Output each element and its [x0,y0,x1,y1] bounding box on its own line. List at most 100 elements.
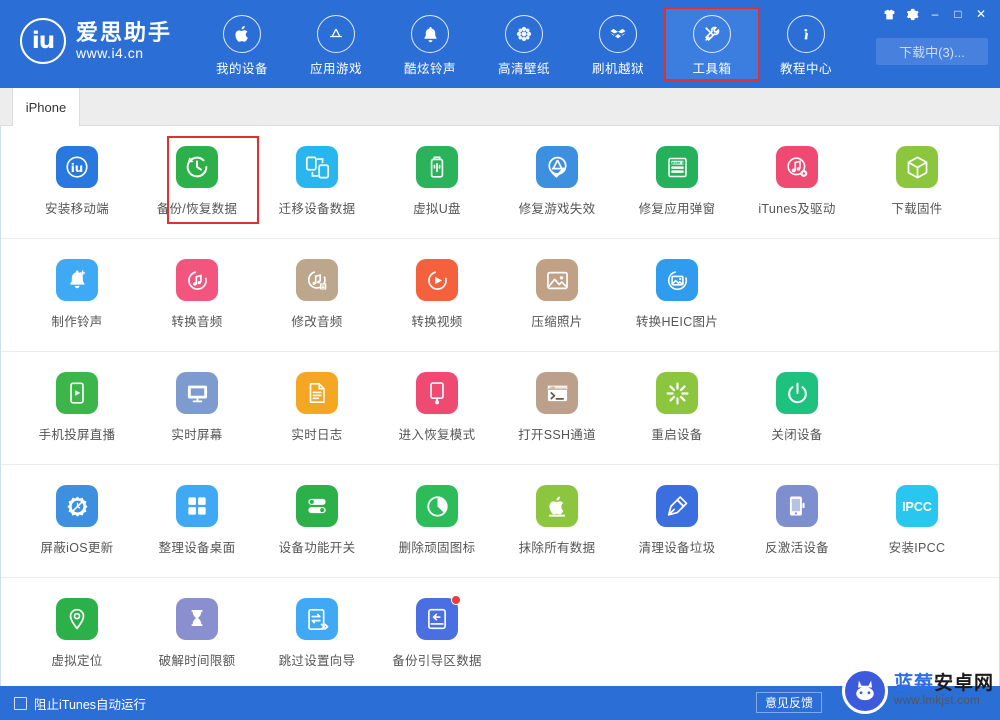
svg-text:自: 自 [320,283,325,290]
tool-delete-stubborn-icon[interactable]: 删除顽固图标 [377,465,497,577]
tool-label: 屏蔽iOS更新 [40,541,114,555]
tool-label: iTunes及驱动 [758,202,836,216]
tool-label: 压缩照片 [531,315,583,329]
tool-make-ringtone[interactable]: 制作铃声 [17,239,137,351]
nav-item-ringtones[interactable]: 酷炫铃声 [383,8,477,80]
tool-realtime-screen[interactable]: 实时屏幕 [137,352,257,464]
tool-label: 修改音频 [291,315,343,329]
tool-fix-game[interactable]: 修复游戏失效 [497,126,617,238]
feedback-button[interactable]: 意见反馈 [756,692,822,713]
i4-app-icon: iu [56,146,98,188]
close-icon[interactable]: ✕ [970,4,992,24]
feature-toggle-icon [296,485,338,527]
nav-label: 我的设备 [215,62,268,76]
minimize-icon[interactable]: – [924,4,946,24]
tools-icon [693,15,731,53]
tool-arrange-desktop[interactable]: 整理设备桌面 [137,465,257,577]
convert-audio-icon [176,259,218,301]
toolbox-row: 手机投屏直播 实时屏幕 实时日志 进入恢复模式 SSH 打开SSH通道 重启设备… [1,352,999,465]
tool-clean-junk[interactable]: 清理设备垃圾 [617,465,737,577]
tool-edit-audio[interactable]: 自 修改音频 [257,239,377,351]
toolbox-grid: iu 安装移动端 备份/恢复数据 迁移设备数据 虚拟U盘 修复游戏失效 Appl… [0,126,1000,686]
notification-badge [451,595,461,605]
tool-virtual-usb[interactable]: 虚拟U盘 [377,126,497,238]
nav-item-toolbox[interactable]: 工具箱 [664,7,760,81]
tool-skip-setup[interactable]: 跳过设置向导 [257,578,377,686]
svg-text:i: i [804,27,808,42]
usb-drive-icon [416,146,458,188]
firmware-box-icon [896,146,938,188]
block-itunes-checkbox[interactable] [14,696,27,710]
nav-item-flash-jailbreak[interactable]: 刷机越狱 [571,8,665,80]
logo-url: www.i4.cn [76,45,144,62]
tool-fix-app-popup[interactable]: Apple ID 修复应用弹窗 [617,126,737,238]
tool-label: 安装移动端 [44,202,109,216]
tool-convert-audio[interactable]: 转换音频 [137,239,257,351]
maximize-icon[interactable]: □ [947,4,969,24]
tool-crack-time-limit[interactable]: 破解时间限额 [137,578,257,686]
backup-restore-icon [176,146,218,188]
tool-backup-boot-data[interactable]: 备份引导区数据 [377,578,497,686]
status-bar: 阻止iTunes自动运行 意见反馈 [0,686,1000,720]
make-ringtone-icon [56,259,98,301]
tool-itunes-driver[interactable]: iTunes及驱动 [737,126,857,238]
tool-label: 虚拟定位 [51,654,103,668]
tool-label: 转换HEIC图片 [635,315,719,329]
tool-power-off[interactable]: 关闭设备 [737,352,857,464]
info-icon: i [787,15,825,53]
apple-icon [223,15,261,53]
tool-label: 反激活设备 [764,541,829,555]
tool-convert-video[interactable]: 转换视频 [377,239,497,351]
appleid-popup-icon: Apple ID [656,146,698,188]
delete-icon-icon [416,485,458,527]
tool-convert-heic[interactable]: 转换HEIC图片 [617,239,737,351]
nav-item-apps-games[interactable]: 应用游戏 [289,8,383,80]
tool-recovery-mode[interactable]: 进入恢复模式 [377,352,497,464]
deactivate-device-icon [776,485,818,527]
nav-item-wallpapers[interactable]: 高清壁纸 [477,8,571,80]
logo-name: 爱思助手 [76,19,173,45]
tool-screen-cast[interactable]: 手机投屏直播 [17,352,137,464]
ipcc-icon: IPCC [896,485,938,527]
download-status-button[interactable]: 下载中(3)... [876,38,988,65]
tool-feature-toggle[interactable]: 设备功能开关 [257,465,377,577]
app-window: iu 爱思助手 www.i4.cn 我的设备 应用游戏 酷炫铃声 高清壁纸 刷机… [0,0,1000,720]
tab-iphone[interactable]: iPhone [12,88,80,126]
skip-setup-icon [296,598,338,640]
tool-backup-restore[interactable]: 备份/恢复数据 [137,126,259,238]
tool-label: 手机投屏直播 [38,428,116,442]
skin-icon[interactable] [878,4,900,24]
main-nav: 我的设备 应用游戏 酷炫铃声 高清壁纸 刷机越狱 工具箱 i 教程中心 [195,7,853,81]
tool-download-firmware[interactable]: 下载固件 [857,126,977,238]
tool-ssh-tunnel[interactable]: SSH 打开SSH通道 [497,352,617,464]
tool-block-ios-update[interactable]: 屏蔽iOS更新 [17,465,137,577]
tool-install-mobile[interactable]: iu 安装移动端 [17,126,137,238]
nav-label: 酷炫铃声 [403,62,456,76]
block-itunes-control[interactable]: 阻止iTunes自动运行 [0,694,146,713]
tool-migrate-device[interactable]: 迁移设备数据 [257,126,377,238]
recovery-mode-icon [416,372,458,414]
tool-virtual-location[interactable]: 虚拟定位 [17,578,137,686]
tool-realtime-log[interactable]: 实时日志 [257,352,377,464]
tool-compress-photo[interactable]: 压缩照片 [497,239,617,351]
tool-label: 迁移设备数据 [278,202,356,216]
tool-label: 设备功能开关 [278,541,356,555]
tool-reboot-device[interactable]: 重启设备 [617,352,737,464]
tool-install-ipcc[interactable]: IPCC 安装IPCC [857,465,977,577]
tool-label: 进入恢复模式 [398,428,476,442]
tool-deactivate-device[interactable]: 反激活设备 [737,465,857,577]
tool-label: 实时日志 [291,428,343,442]
nav-item-tutorials[interactable]: i 教程中心 [759,8,853,80]
nav-item-my-device[interactable]: 我的设备 [195,8,289,80]
toolbox-row: 屏蔽iOS更新 整理设备桌面 设备功能开关 删除顽固图标 抹除所有数据 清理设备… [1,465,999,578]
edit-audio-icon: 自 [296,259,338,301]
settings-icon[interactable] [901,4,923,24]
tool-label: 备份引导区数据 [392,654,482,668]
heic-convert-icon [656,259,698,301]
tool-label: 关闭设备 [771,428,823,442]
block-itunes-label: 阻止iTunes自动运行 [34,697,147,712]
tab-bar: iPhone [0,88,1000,126]
tool-erase-all-data[interactable]: 抹除所有数据 [497,465,617,577]
reboot-device-icon [656,372,698,414]
bell-icon [411,15,449,53]
